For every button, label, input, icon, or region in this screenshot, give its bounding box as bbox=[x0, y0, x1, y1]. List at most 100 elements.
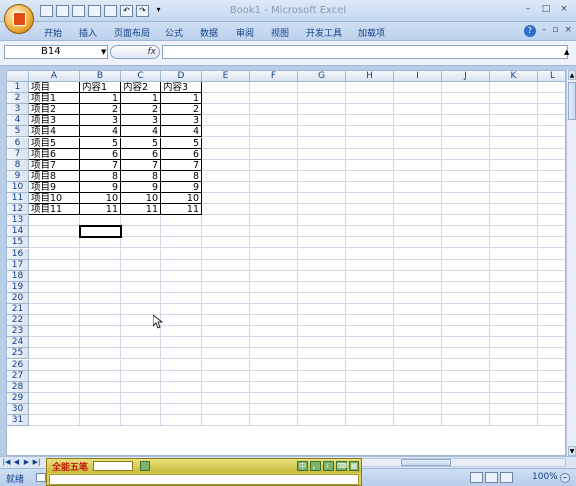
expand-formula-bar-icon[interactable]: ▲ bbox=[564, 45, 572, 59]
cell-d13[interactable] bbox=[161, 215, 202, 227]
cell-j1[interactable] bbox=[442, 82, 490, 94]
cell-d2[interactable]: 1 bbox=[161, 93, 202, 105]
cell-f23[interactable] bbox=[250, 326, 298, 338]
cell-f15[interactable] bbox=[250, 237, 298, 249]
cell-i29[interactable] bbox=[394, 392, 442, 404]
cell-f29[interactable] bbox=[250, 392, 298, 404]
column-header-c[interactable]: C bbox=[121, 71, 161, 82]
cell-l13[interactable] bbox=[538, 215, 565, 227]
cell-e5[interactable] bbox=[202, 126, 250, 138]
cell-f31[interactable] bbox=[250, 415, 298, 427]
cell-g31[interactable] bbox=[298, 415, 346, 427]
cell-a11[interactable]: 项目10 bbox=[29, 193, 80, 205]
cell-b24[interactable] bbox=[80, 337, 121, 349]
row-header-11[interactable]: 11 bbox=[7, 193, 29, 205]
cell-j20[interactable] bbox=[442, 292, 490, 304]
cell-c17[interactable] bbox=[121, 259, 161, 271]
cell-e3[interactable] bbox=[202, 104, 250, 116]
cell-a6[interactable]: 项目5 bbox=[29, 137, 80, 149]
row-header-3[interactable]: 3 bbox=[7, 104, 29, 116]
row-header-29[interactable]: 29 bbox=[7, 392, 29, 404]
cell-e9[interactable] bbox=[202, 170, 250, 182]
cell-a28[interactable] bbox=[29, 381, 80, 393]
row-header-9[interactable]: 9 bbox=[7, 170, 29, 182]
cell-k4[interactable] bbox=[490, 115, 538, 127]
cell-k24[interactable] bbox=[490, 337, 538, 349]
cell-i26[interactable] bbox=[394, 359, 442, 371]
cell-e21[interactable] bbox=[202, 304, 250, 316]
cell-i21[interactable] bbox=[394, 304, 442, 316]
cell-l18[interactable] bbox=[538, 271, 565, 282]
cell-c27[interactable] bbox=[121, 370, 161, 382]
name-box[interactable]: B14 ▼ bbox=[4, 45, 108, 59]
vertical-scroll-thumb[interactable] bbox=[568, 82, 576, 120]
cell-i28[interactable] bbox=[394, 381, 442, 393]
row-header-1[interactable]: 1 bbox=[7, 82, 29, 94]
cell-l6[interactable] bbox=[538, 138, 565, 149]
cell-k10[interactable] bbox=[490, 181, 538, 193]
cell-d7[interactable]: 6 bbox=[161, 148, 202, 160]
cell-h1[interactable] bbox=[346, 82, 394, 94]
cell-f20[interactable] bbox=[250, 292, 298, 304]
cell-f2[interactable] bbox=[250, 93, 298, 105]
cell-k3[interactable] bbox=[490, 104, 538, 116]
cell-g13[interactable] bbox=[298, 215, 346, 227]
cell-d11[interactable]: 10 bbox=[161, 193, 202, 205]
cell-i6[interactable] bbox=[394, 137, 442, 149]
cell-g22[interactable] bbox=[298, 315, 346, 327]
cell-a21[interactable] bbox=[29, 304, 80, 316]
cell-b21[interactable] bbox=[80, 304, 121, 316]
row-header-8[interactable]: 8 bbox=[7, 159, 29, 171]
cell-e28[interactable] bbox=[202, 381, 250, 393]
cell-l9[interactable] bbox=[538, 171, 565, 182]
cell-h27[interactable] bbox=[346, 370, 394, 382]
cell-f14[interactable] bbox=[250, 226, 298, 238]
cell-f3[interactable] bbox=[250, 104, 298, 116]
cell-e8[interactable] bbox=[202, 159, 250, 171]
cell-c3[interactable]: 2 bbox=[121, 104, 161, 116]
cell-e29[interactable] bbox=[202, 392, 250, 404]
row-header-6[interactable]: 6 bbox=[7, 137, 29, 149]
cell-j31[interactable] bbox=[442, 415, 490, 427]
cell-b22[interactable] bbox=[80, 315, 121, 327]
cell-b23[interactable] bbox=[80, 326, 121, 338]
cell-a22[interactable] bbox=[29, 315, 80, 327]
row-header-18[interactable]: 18 bbox=[7, 270, 29, 282]
cell-h13[interactable] bbox=[346, 215, 394, 227]
cell-l19[interactable] bbox=[538, 282, 565, 293]
cell-e16[interactable] bbox=[202, 248, 250, 260]
horizontal-scrollbar[interactable] bbox=[360, 458, 566, 467]
cell-g1[interactable] bbox=[298, 82, 346, 94]
formula-input[interactable] bbox=[162, 45, 568, 59]
cell-a2[interactable]: 项目1 bbox=[29, 93, 80, 105]
cell-c12[interactable]: 11 bbox=[121, 204, 161, 216]
cell-d20[interactable] bbox=[161, 292, 202, 304]
cell-l26[interactable] bbox=[538, 360, 565, 371]
cell-k15[interactable] bbox=[490, 237, 538, 249]
row-header-13[interactable]: 13 bbox=[7, 215, 29, 227]
cell-k19[interactable] bbox=[490, 281, 538, 293]
cell-f16[interactable] bbox=[250, 248, 298, 260]
row-header-10[interactable]: 10 bbox=[7, 181, 29, 193]
cell-f21[interactable] bbox=[250, 304, 298, 316]
cell-i8[interactable] bbox=[394, 159, 442, 171]
cell-l8[interactable] bbox=[538, 160, 565, 171]
row-header-28[interactable]: 28 bbox=[7, 381, 29, 393]
spreadsheet-grid[interactable]: A B C D E F G H I J K L 1 项目 内容1 内容2 内容3 2 项目1 1 1 1 3 项目2 2 2 2 4 项… bbox=[6, 70, 566, 456]
ime-chinese-icon[interactable]: 中 bbox=[297, 461, 308, 471]
cell-i22[interactable] bbox=[394, 315, 442, 327]
cell-i16[interactable] bbox=[394, 248, 442, 260]
cell-e12[interactable] bbox=[202, 204, 250, 216]
cell-c19[interactable] bbox=[121, 281, 161, 293]
cell-i5[interactable] bbox=[394, 126, 442, 138]
cell-e19[interactable] bbox=[202, 281, 250, 293]
cell-b19[interactable] bbox=[80, 281, 121, 293]
cell-j19[interactable] bbox=[442, 281, 490, 293]
cell-k31[interactable] bbox=[490, 415, 538, 427]
chevron-down-icon[interactable]: ▼ bbox=[101, 46, 109, 58]
cell-d23[interactable] bbox=[161, 326, 202, 338]
cell-d19[interactable] bbox=[161, 281, 202, 293]
row-header-17[interactable]: 17 bbox=[7, 259, 29, 271]
cell-h28[interactable] bbox=[346, 381, 394, 393]
cell-l28[interactable] bbox=[538, 382, 565, 393]
